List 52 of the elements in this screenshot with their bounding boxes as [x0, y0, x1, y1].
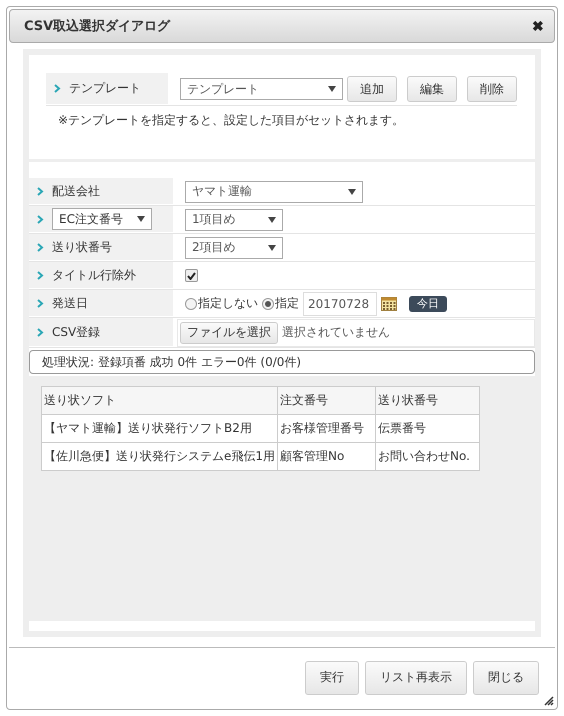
table-cell: 【ヤマト運輸】送り状発行ソフトB2用 [42, 414, 278, 442]
close-button[interactable]: ✖ [532, 18, 544, 34]
footer-button[interactable]: 閉じる [473, 660, 539, 694]
field-label: 送り状番号 [52, 238, 112, 256]
chevron-icon [37, 270, 44, 280]
column-header: 注文番号 [278, 386, 376, 414]
field-label: 配送会社 [52, 182, 100, 200]
status-text: 処理状況: 登録項番 成功 0件 エラー0件 (0/0件) [29, 350, 535, 374]
template-button[interactable]: 削除 [467, 76, 517, 102]
chevron-icon [37, 186, 44, 196]
caret-icon [268, 244, 276, 250]
chevron-icon [37, 214, 44, 224]
caret-icon [328, 86, 336, 92]
caret-icon [348, 188, 356, 194]
dropdown[interactable]: 1項目め [185, 208, 283, 230]
template-note: ※テンプレートを指定すると、設定した項目がセットされます。 [57, 112, 406, 129]
column-header: 送り状番号 [376, 386, 480, 414]
radio-option[interactable]: 指定 [262, 295, 299, 312]
chevron-icon [54, 84, 61, 93]
file-field[interactable]: ファイルを選択 選択されていません [177, 318, 535, 346]
field-label: 発送日 [52, 294, 88, 312]
chevron-icon [37, 298, 44, 308]
field-label: テンプレート [69, 80, 141, 97]
column-header: 送り状ソフト [42, 386, 278, 414]
table-cell: 伝票番号 [376, 414, 480, 442]
table-cell: お問い合わせNo. [376, 442, 480, 470]
date-field[interactable]: 20170728 [303, 292, 377, 316]
dropdown[interactable]: ヤマト運輸 [185, 180, 363, 202]
caret-icon [137, 216, 145, 222]
today-button[interactable]: 今日 [409, 296, 447, 312]
dropdown[interactable]: 2項目め [185, 236, 283, 258]
chevron-icon [37, 328, 44, 336]
table-cell: お客様管理番号 [278, 414, 376, 442]
template-button[interactable]: 追加 [347, 76, 397, 102]
template-dropdown[interactable]: テンプレート [180, 78, 343, 100]
label-dropdown[interactable]: EC注文番号 [52, 208, 152, 230]
choose-file-button[interactable]: ファイルを選択 [180, 322, 278, 344]
radio-option[interactable]: 指定しない [185, 295, 258, 312]
table-cell: 【佐川急便】送り状発行システムe飛伝1用 [42, 442, 278, 470]
chevron-icon [37, 242, 44, 252]
file-status: 選択されていません [282, 324, 390, 341]
table-cell: 顧客管理No [278, 442, 376, 470]
calendar-icon[interactable] [381, 296, 397, 310]
resize-grip-icon[interactable] [544, 696, 554, 706]
checkbox[interactable] [185, 269, 198, 282]
field-label: タイトル行除外 [52, 266, 136, 284]
template-button[interactable]: 編集 [407, 76, 457, 102]
field-label: CSV登録 [52, 324, 100, 340]
caret-icon [268, 216, 276, 222]
footer-button[interactable]: 実行 [305, 660, 359, 694]
window-title: CSV取込選択ダイアログ [24, 18, 170, 35]
footer-button[interactable]: リスト再表示 [365, 660, 467, 694]
